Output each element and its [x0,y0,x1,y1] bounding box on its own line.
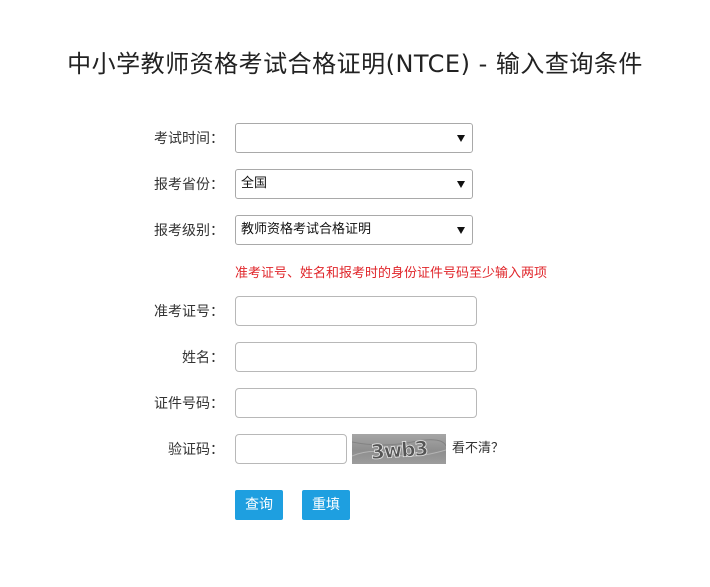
exam-time-row: 考试时间： [0,123,710,155]
id-no-label: 证件号码： [154,396,224,412]
province-value: 全国 [241,176,268,191]
captcha-image[interactable]: 3wb3 [352,434,446,464]
level-label: 报考级别： [154,223,224,239]
captcha-label: 验证码： [168,442,224,458]
level-select[interactable]: 教师资格考试合格证明 [235,215,473,245]
captcha-text: 3wb3 [370,436,428,464]
exam-time-select[interactable] [235,123,473,153]
reset-button[interactable]: 重填 [302,490,350,520]
query-page: 中小学教师资格考试合格证明(NTCE) - 输入查询条件 考试时间： 报考省份：… [0,0,710,587]
ticket-no-row: 准考证号： [0,296,710,328]
captcha-refresh-link[interactable]: 看不清？ [452,434,504,464]
level-row: 报考级别： 教师资格考试合格证明 [0,215,710,247]
name-label: 姓名： [182,350,224,366]
id-no-input[interactable] [235,388,477,418]
page-title: 中小学教师资格考试合格证明(NTCE) - 输入查询条件 [67,50,643,78]
input-hint: 准考证号、姓名和报考时的身份证件号码至少输入两项 [235,266,548,281]
province-row: 报考省份： 全国 [0,169,710,201]
name-input[interactable] [235,342,477,372]
province-select[interactable]: 全国 [235,169,473,199]
captcha-input[interactable] [235,434,347,464]
chevron-down-icon [457,227,465,234]
query-button[interactable]: 查询 [235,490,283,520]
province-label: 报考省份： [154,177,224,193]
name-row: 姓名： [0,342,710,374]
level-value: 教师资格考试合格证明 [241,222,372,237]
ticket-no-input[interactable] [235,296,477,326]
exam-time-label: 考试时间： [154,131,224,147]
id-no-row: 证件号码： [0,388,710,420]
chevron-down-icon [457,181,465,188]
chevron-down-icon [457,135,465,142]
ticket-no-label: 准考证号： [154,304,224,320]
captcha-row: 验证码： 3wb3 看不清？ [0,434,710,466]
